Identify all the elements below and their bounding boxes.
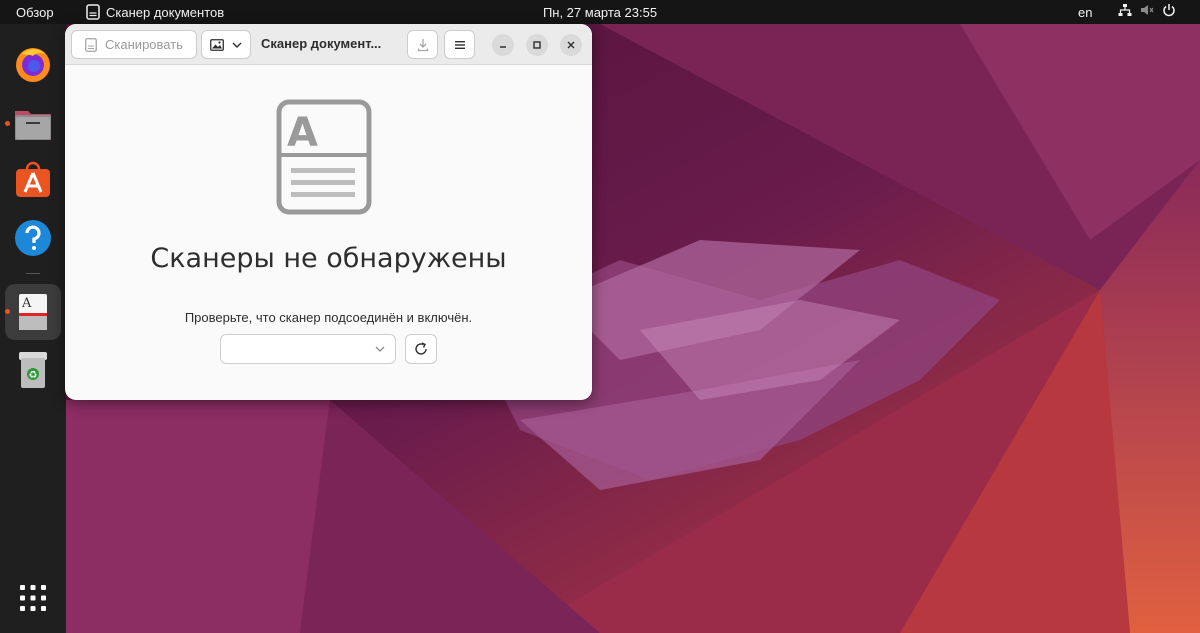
show-apps-button[interactable]	[5, 570, 61, 626]
status-page: A Сканеры не обнаружены Проверьте, что с…	[65, 65, 592, 400]
scanner-device-select[interactable]	[220, 334, 396, 364]
close-icon	[567, 41, 575, 49]
minimize-button[interactable]	[492, 34, 514, 56]
minimize-icon	[500, 46, 506, 48]
svg-text:A: A	[21, 296, 32, 311]
scanner-icon: A	[19, 294, 47, 330]
volume-muted-icon	[1141, 5, 1154, 15]
scan-button[interactable]: Сканировать	[71, 30, 197, 59]
status-title: Сканеры не обнаружены	[150, 243, 507, 274]
dock-item-app-center[interactable]	[5, 152, 61, 208]
dock-separator	[26, 273, 40, 274]
app-center-icon	[16, 161, 50, 197]
scan-button-label: Сканировать	[105, 37, 183, 52]
svg-text:A: A	[287, 110, 318, 156]
chevron-down-icon	[232, 42, 242, 48]
dock-item-files[interactable]	[5, 95, 61, 151]
chevron-down-icon	[375, 346, 385, 352]
status-description: Проверьте, что сканер подсоединён и вклю…	[184, 310, 473, 325]
firefox-icon	[16, 48, 50, 82]
document-scanner-icon: A	[276, 99, 372, 215]
trash-icon: ♻	[19, 352, 47, 388]
scan-icon	[85, 37, 97, 52]
dock-item-firefox[interactable]	[5, 36, 61, 92]
document-scanner-window: Сканировать Сканер документ... A Сканеры…	[65, 24, 592, 400]
main-menu-button[interactable]	[444, 30, 475, 59]
hamburger-menu-icon	[454, 40, 465, 49]
system-tray[interactable]	[1118, 3, 1176, 17]
keyboard-layout-indicator[interactable]: en	[1078, 5, 1092, 20]
help-icon	[15, 220, 51, 256]
power-icon	[1163, 4, 1175, 17]
maximize-button[interactable]	[526, 34, 548, 56]
image-icon	[210, 38, 224, 51]
svg-text:♻: ♻	[29, 370, 38, 381]
refresh-button[interactable]	[405, 334, 437, 364]
close-button[interactable]	[560, 34, 582, 56]
dock-item-help[interactable]	[5, 210, 61, 266]
refresh-icon	[415, 342, 427, 355]
clock[interactable]: Пн, 27 марта 23:55	[0, 5, 1200, 20]
apps-grid-icon	[20, 585, 46, 611]
header-bar: Сканировать Сканер документ...	[65, 24, 592, 65]
top-bar: Обзор Сканер документов Пн, 27 марта 23:…	[0, 0, 1200, 24]
network-icon	[1118, 4, 1132, 16]
download-icon	[417, 38, 428, 51]
save-button[interactable]	[407, 30, 438, 59]
maximize-icon	[533, 41, 541, 49]
dock-item-document-scanner[interactable]: A	[5, 284, 61, 340]
dock: A ♻	[0, 24, 66, 633]
window-title: Сканер документ...	[261, 36, 382, 51]
files-icon	[15, 111, 51, 140]
scan-type-dropdown[interactable]	[201, 30, 251, 59]
dock-item-trash[interactable]: ♻	[5, 342, 61, 398]
running-indicator	[5, 309, 10, 314]
